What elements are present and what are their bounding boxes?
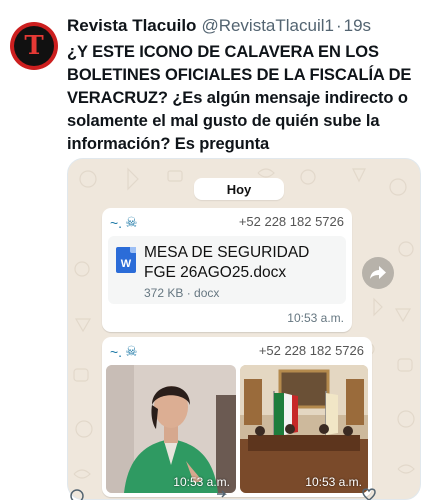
- avatar[interactable]: T: [10, 22, 58, 70]
- tweet-timestamp[interactable]: 19s: [344, 16, 371, 36]
- document-name: MESA DE SEGURIDAD FGE 26AGO25.docx: [144, 244, 310, 281]
- tweet-media-screenshot[interactable]: Hoy ~. ☠ +52 228 182 5726 W MESA DE SEGU…: [67, 158, 421, 500]
- separator-dot: ·: [335, 16, 342, 35]
- photo-conference-room[interactable]: 10:53 a.m.: [240, 365, 368, 493]
- sender-phone: +52 228 182 5726: [258, 343, 364, 358]
- message-time: 10:53 a.m.: [287, 311, 344, 325]
- skull-icon: ☠: [125, 214, 138, 230]
- date-chip: Hoy: [194, 178, 284, 200]
- photo-woman-green-jacket[interactable]: 10:53 a.m.: [106, 365, 236, 493]
- message-bubble-document[interactable]: ~. ☠ +52 228 182 5726 W MESA DE SEGURIDA…: [102, 208, 352, 332]
- word-document-icon: W: [116, 247, 136, 273]
- photo-image: [240, 365, 368, 493]
- author-name[interactable]: Revista Tlacuilo: [67, 16, 196, 36]
- sender-name: ~.: [110, 214, 123, 231]
- document-meta: 372 KB · docx: [144, 286, 220, 300]
- author-handle[interactable]: @RevistaTlacuil1: [201, 16, 334, 36]
- tweet-actions-row: [67, 486, 421, 500]
- tweet-actions-icons: [70, 488, 376, 500]
- sender-name: ~.: [110, 343, 123, 360]
- sender-phone: +52 228 182 5726: [238, 214, 344, 229]
- avatar-logo: T: [14, 26, 54, 66]
- avatar-letter: T: [24, 31, 44, 61]
- document-attachment[interactable]: W MESA DE SEGURIDAD FGE 26AGO25.docx 372…: [108, 236, 346, 304]
- skull-icon: ☠: [125, 343, 138, 359]
- tweet[interactable]: T Revista Tlacuilo @RevistaTlacuil1 · 19…: [0, 0, 429, 500]
- tweet-header: Revista Tlacuilo @RevistaTlacuil1 · 19s: [67, 13, 421, 39]
- doc-icon-label: W: [120, 258, 132, 270]
- forward-button[interactable]: [362, 257, 394, 289]
- forward-icon: [370, 266, 386, 279]
- message-sender: ~. ☠: [110, 214, 138, 231]
- message-bubble-photos[interactable]: ~. ☠ +52 228 182 5726 10:53 a.m. 10:53 a…: [102, 337, 372, 497]
- message-sender: ~. ☠: [110, 343, 138, 360]
- tweet-text: ¿Y ESTE ICONO DE CALAVERA EN LOS BOLETIN…: [67, 43, 412, 153]
- photo-image: [106, 365, 236, 493]
